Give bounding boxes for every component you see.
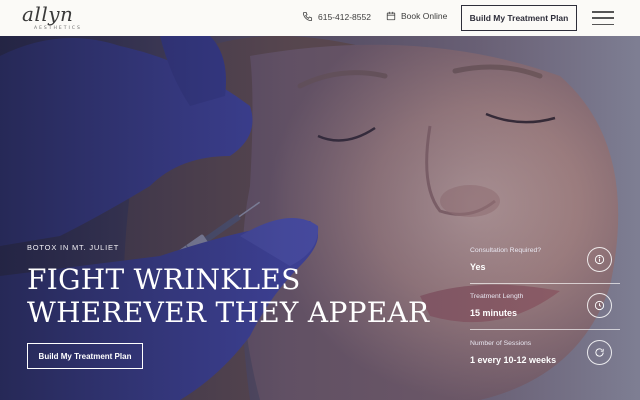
menu-icon[interactable] bbox=[592, 11, 614, 25]
info-sessions: Number of Sessions 1 every 10-12 weeks bbox=[470, 340, 620, 365]
info-icon[interactable] bbox=[587, 247, 612, 272]
phone-icon bbox=[302, 11, 313, 22]
brand-logo[interactable]: allyn AESTHETICS bbox=[22, 2, 94, 34]
site-header: allyn AESTHETICS 615-412-8552 Book Onlin… bbox=[0, 0, 640, 36]
phone-link[interactable]: 615-412-8552 bbox=[302, 11, 371, 22]
calendar-icon bbox=[386, 11, 396, 21]
info-divider bbox=[470, 329, 620, 330]
hero-headline: FIGHT WRINKLES WHEREVER THEY APPEAR bbox=[27, 263, 429, 329]
logo-script-text: allyn bbox=[22, 2, 74, 26]
book-online-link[interactable]: Book Online bbox=[386, 11, 447, 21]
logo-subtext: AESTHETICS bbox=[34, 26, 82, 31]
hero-build-treatment-plan-button[interactable]: Build My Treatment Plan bbox=[27, 343, 143, 369]
headline-line-2: WHEREVER THEY APPEAR bbox=[27, 296, 430, 329]
hero-eyebrow: BOTOX IN MT. JULIET bbox=[27, 243, 120, 252]
info-divider bbox=[470, 283, 620, 284]
hero-section: BOTOX IN MT. JULIET FIGHT WRINKLES WHERE… bbox=[0, 36, 640, 400]
repeat-icon[interactable] bbox=[587, 340, 612, 365]
headline-line-1: FIGHT WRINKLES bbox=[27, 263, 301, 296]
clock-icon[interactable] bbox=[587, 293, 612, 318]
info-consultation: Consultation Required? Yes bbox=[470, 247, 620, 272]
book-online-label: Book Online bbox=[401, 11, 448, 21]
build-treatment-plan-button[interactable]: Build My Treatment Plan bbox=[461, 5, 577, 31]
phone-number: 615-412-8552 bbox=[318, 11, 371, 22]
info-treatment-length: Treatment Length 15 minutes bbox=[470, 293, 620, 318]
